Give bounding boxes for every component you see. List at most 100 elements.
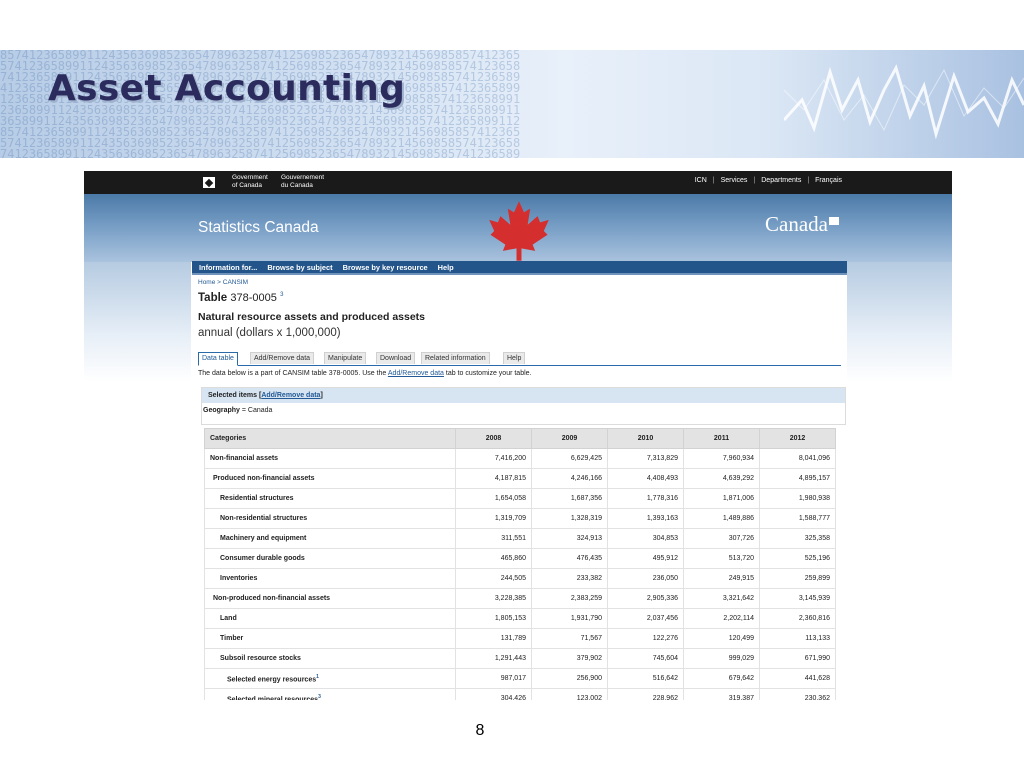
- table-label: Table: [198, 292, 228, 304]
- table-row: Subsoil resource stocks 1,291,443 379,902 7…: [204, 648, 836, 669]
- tab-download[interactable]: Download: [376, 352, 416, 364]
- canada-wordmark: Canada: [765, 212, 839, 237]
- table-row: Timber 131,789 71,567 122,276 120,499 113,133: [204, 628, 836, 649]
- table-row: Inventories 244,505 233,382 236,050 249,915 2…: [204, 568, 836, 589]
- link-departments[interactable]: Departments: [761, 177, 801, 184]
- nav-browse-by-subject[interactable]: Browse by subject: [267, 263, 332, 272]
- gov-fr-line-1: Gouvernement: [281, 174, 324, 181]
- table-number: 378-0005: [230, 292, 277, 304]
- row-value: 745,604: [607, 648, 684, 669]
- row-category: Timber: [204, 628, 456, 649]
- row-value: 249,915: [683, 568, 760, 589]
- row-value: 516,642: [607, 668, 684, 689]
- table-row: Residential structures 1,654,058 1,687,356…: [204, 488, 836, 509]
- row-value: 495,912: [607, 548, 684, 569]
- tab-data-table[interactable]: Data table: [198, 352, 238, 366]
- row-value: 113,133: [759, 628, 836, 649]
- table-row: Non-financial assets 7,416,200 6,629,425 7,…: [204, 448, 836, 469]
- right-background-fade: [847, 262, 952, 382]
- table-body: Non-financial assets 7,416,200 6,629,425 7,…: [204, 448, 836, 700]
- row-value: 8,041,096: [759, 448, 836, 469]
- selected-items-close: ]: [320, 392, 323, 399]
- gov-en-line-1: Government: [232, 174, 268, 181]
- breadcrumb[interactable]: Home > CANSIM: [198, 279, 248, 286]
- page-content: Home > CANSIM Table 378-0005 3 Natural r…: [192, 277, 847, 700]
- row-value: 4,187,815: [455, 468, 532, 489]
- tab-bar: Data table Add/Remove data Manipulate Do…: [198, 352, 841, 366]
- table-footnote-link[interactable]: 3: [280, 292, 283, 298]
- row-footnote-link[interactable]: 1: [316, 674, 319, 680]
- selected-items-header: Selected items [Add/Remove data]: [202, 388, 845, 403]
- maple-leaf-icon: [489, 201, 549, 261]
- row-category-label: Subsoil resource stocks: [220, 655, 301, 662]
- row-category: Non-residential structures: [204, 508, 456, 529]
- table-header-row: Categories 2008 2009 2010 2011 2012: [204, 428, 836, 449]
- row-value: 1,931,790: [531, 608, 608, 629]
- row-category-label: Machinery and equipment: [220, 535, 307, 542]
- link-icn[interactable]: ICN: [695, 177, 707, 184]
- intro-text: The data below is a part of CANSIM table…: [198, 370, 532, 377]
- table-row: Selected mineral resources3 304,426 123,00…: [204, 688, 836, 700]
- row-value: 3,228,385: [455, 588, 532, 609]
- geography-selection: Geography = Canada: [202, 403, 845, 418]
- gov-en-line-2: of Canada: [232, 182, 262, 189]
- row-category: Selected energy resources1: [204, 668, 456, 689]
- row-category: Consumer durable goods: [204, 548, 456, 569]
- header-year: 2011: [683, 428, 760, 449]
- row-value: 1,588,777: [759, 508, 836, 529]
- row-category-label: Non-residential structures: [220, 515, 308, 522]
- row-value: 233,382: [531, 568, 608, 589]
- row-value: 2,202,114: [683, 608, 760, 629]
- site-name[interactable]: Statistics Canada: [198, 219, 319, 237]
- table-subtitle: Natural resource assets and produced ass…: [198, 311, 426, 323]
- row-value: 671,990: [759, 648, 836, 669]
- row-value: 987,017: [455, 668, 532, 689]
- left-background-fade: [84, 262, 191, 382]
- separator: |: [712, 177, 715, 184]
- row-value: 1,687,356: [531, 488, 608, 509]
- row-value: 131,789: [455, 628, 532, 649]
- row-value: 1,489,886: [683, 508, 760, 529]
- row-value: 2,037,456: [607, 608, 684, 629]
- row-value: 513,720: [683, 548, 760, 569]
- embedded-screenshot: Government of Canada Gouvernement du Can…: [84, 171, 952, 700]
- row-value: 999,029: [683, 648, 760, 669]
- nav-browse-by-key-resource[interactable]: Browse by key resource: [343, 263, 428, 272]
- row-category-label: Timber: [220, 635, 244, 642]
- tab-related-information[interactable]: Related information: [421, 352, 490, 364]
- nav-information-for[interactable]: Information for...: [199, 263, 257, 272]
- row-category-label: Land: [220, 615, 237, 622]
- gov-name-en: Government of Canada: [232, 174, 268, 190]
- wordmark-text: Canada: [765, 212, 828, 236]
- row-value: 230,362: [759, 688, 836, 700]
- table-row: Produced non-financial assets 4,187,815 4,…: [204, 468, 836, 489]
- row-value: 3,321,642: [683, 588, 760, 609]
- link-services[interactable]: Services: [721, 177, 748, 184]
- wordmark-flag-icon: [828, 217, 839, 225]
- row-value: 123,002: [531, 688, 608, 700]
- add-remove-data-link[interactable]: Add/Remove data: [388, 370, 444, 377]
- tab-add-remove-data[interactable]: Add/Remove data: [250, 352, 315, 364]
- row-value: 307,726: [683, 528, 760, 549]
- header-year: 2008: [455, 428, 532, 449]
- row-value: 379,902: [531, 648, 608, 669]
- header-year: 2012: [759, 428, 836, 449]
- row-value: 525,196: [759, 548, 836, 569]
- row-value: 319,387: [683, 688, 760, 700]
- table-frequency: annual (dollars x 1,000,000): [198, 327, 341, 339]
- selected-add-remove-link[interactable]: Add/Remove data: [261, 392, 320, 399]
- slide-title: Asset Accounting: [48, 68, 406, 109]
- row-category-label: Selected mineral resources: [227, 696, 319, 700]
- link-francais[interactable]: Français: [815, 177, 842, 184]
- row-value: 441,628: [759, 668, 836, 689]
- row-category-label: Residential structures: [220, 495, 294, 502]
- tab-manipulate[interactable]: Manipulate: [324, 352, 367, 364]
- nav-help[interactable]: Help: [438, 263, 454, 272]
- row-footnote-link[interactable]: 3: [318, 694, 321, 700]
- row-value: 7,960,934: [683, 448, 760, 469]
- row-value: 1,291,443: [455, 648, 532, 669]
- table-row: Non-residential structures 1,319,709 1,328…: [204, 508, 836, 529]
- tab-help[interactable]: Help: [503, 352, 526, 364]
- row-category: Produced non-financial assets: [204, 468, 456, 489]
- slide-page-number: 8: [475, 722, 485, 739]
